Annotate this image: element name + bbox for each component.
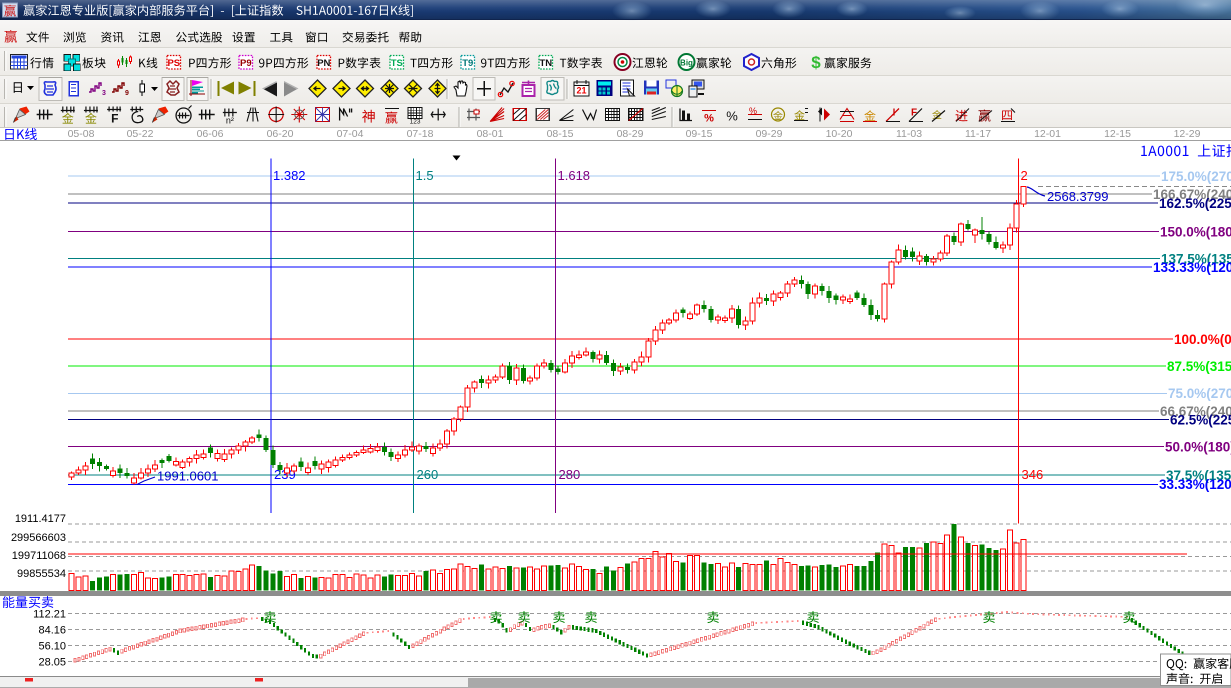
- svg-text:150.0%(180): 150.0%(180): [1160, 224, 1231, 239]
- svg-text:05-22: 05-22: [127, 128, 154, 140]
- svg-text:99855534: 99855534: [17, 568, 66, 580]
- svg-text:F: F: [111, 112, 118, 126]
- svg-text:87.5%(315): 87.5%(315): [1167, 359, 1231, 374]
- svg-text:PS: PS: [167, 58, 180, 69]
- svg-text:1.382: 1.382: [273, 168, 306, 183]
- svg-text:10-20: 10-20: [826, 128, 853, 140]
- svg-text:199711068: 199711068: [12, 550, 66, 562]
- svg-text:T9: T9: [462, 58, 473, 69]
- svg-text:Big: Big: [680, 59, 693, 68]
- svg-text:07-04: 07-04: [337, 128, 364, 140]
- svg-text:$: $: [811, 53, 821, 72]
- svg-text:09-15: 09-15: [686, 128, 713, 140]
- svg-text:12-29: 12-29: [1174, 128, 1201, 140]
- svg-text:75.0%(270): 75.0%(270): [1168, 386, 1231, 401]
- svg-text:2568.3799: 2568.3799: [1047, 189, 1108, 204]
- svg-text:162.5%(225): 162.5%(225): [1159, 196, 1231, 211]
- svg-text:33.33%(120): 33.33%(120): [1159, 477, 1231, 492]
- svg-text:21: 21: [576, 86, 586, 96]
- svg-text:3: 3: [102, 90, 106, 97]
- svg-text:280: 280: [559, 467, 581, 482]
- svg-text:50.0%(180): 50.0%(180): [1165, 439, 1231, 454]
- svg-text:2: 2: [1021, 168, 1028, 183]
- svg-text:11-17: 11-17: [965, 128, 991, 140]
- svg-text:08-29: 08-29: [617, 128, 644, 140]
- svg-text:11-03: 11-03: [896, 128, 922, 140]
- svg-text:62.5%(225): 62.5%(225): [1170, 412, 1231, 427]
- svg-text:—: —: [1222, 189, 1231, 203]
- svg-text:PN: PN: [317, 58, 330, 69]
- svg-text:299566603: 299566603: [11, 532, 66, 544]
- svg-text:%: %: [726, 109, 738, 124]
- svg-text:123: 123: [410, 119, 421, 126]
- svg-text:06-06: 06-06: [197, 128, 224, 140]
- svg-text:346: 346: [1022, 467, 1044, 482]
- svg-text:TS: TS: [391, 58, 403, 69]
- svg-text:112.21: 112.21: [33, 609, 66, 621]
- svg-text:F: F: [911, 108, 917, 119]
- svg-text:12-15: 12-15: [1104, 128, 1131, 140]
- svg-text:100.0%(0): 100.0%(0): [1174, 332, 1231, 347]
- svg-text:%: %: [749, 106, 757, 116]
- svg-text:P9: P9: [240, 58, 252, 69]
- svg-text:%: %: [704, 113, 714, 125]
- svg-text:56.10: 56.10: [38, 641, 66, 653]
- svg-text:07-18: 07-18: [407, 128, 434, 140]
- svg-text:1911.4177: 1911.4177: [15, 513, 66, 525]
- svg-text:TN: TN: [539, 58, 552, 69]
- svg-text:84.16: 84.16: [38, 625, 66, 637]
- svg-text:n²: n²: [226, 116, 234, 126]
- svg-text:28.05: 28.05: [38, 657, 66, 669]
- svg-text:05-08: 05-08: [68, 128, 95, 140]
- svg-text:08-15: 08-15: [547, 128, 574, 140]
- svg-text:1.5: 1.5: [416, 168, 434, 183]
- svg-text:260: 260: [417, 467, 439, 482]
- svg-text:175.0%(270): 175.0%(270): [1161, 169, 1231, 184]
- svg-text:06-20: 06-20: [267, 128, 294, 140]
- svg-text:1991.0601: 1991.0601: [157, 469, 218, 484]
- svg-text:12-01: 12-01: [1034, 128, 1061, 140]
- svg-text:133.33%(120): 133.33%(120): [1153, 260, 1231, 275]
- svg-text:1.618: 1.618: [558, 168, 591, 183]
- svg-text:09-29: 09-29: [756, 128, 783, 140]
- svg-text:08-01: 08-01: [477, 128, 504, 140]
- svg-text:9: 9: [125, 90, 129, 97]
